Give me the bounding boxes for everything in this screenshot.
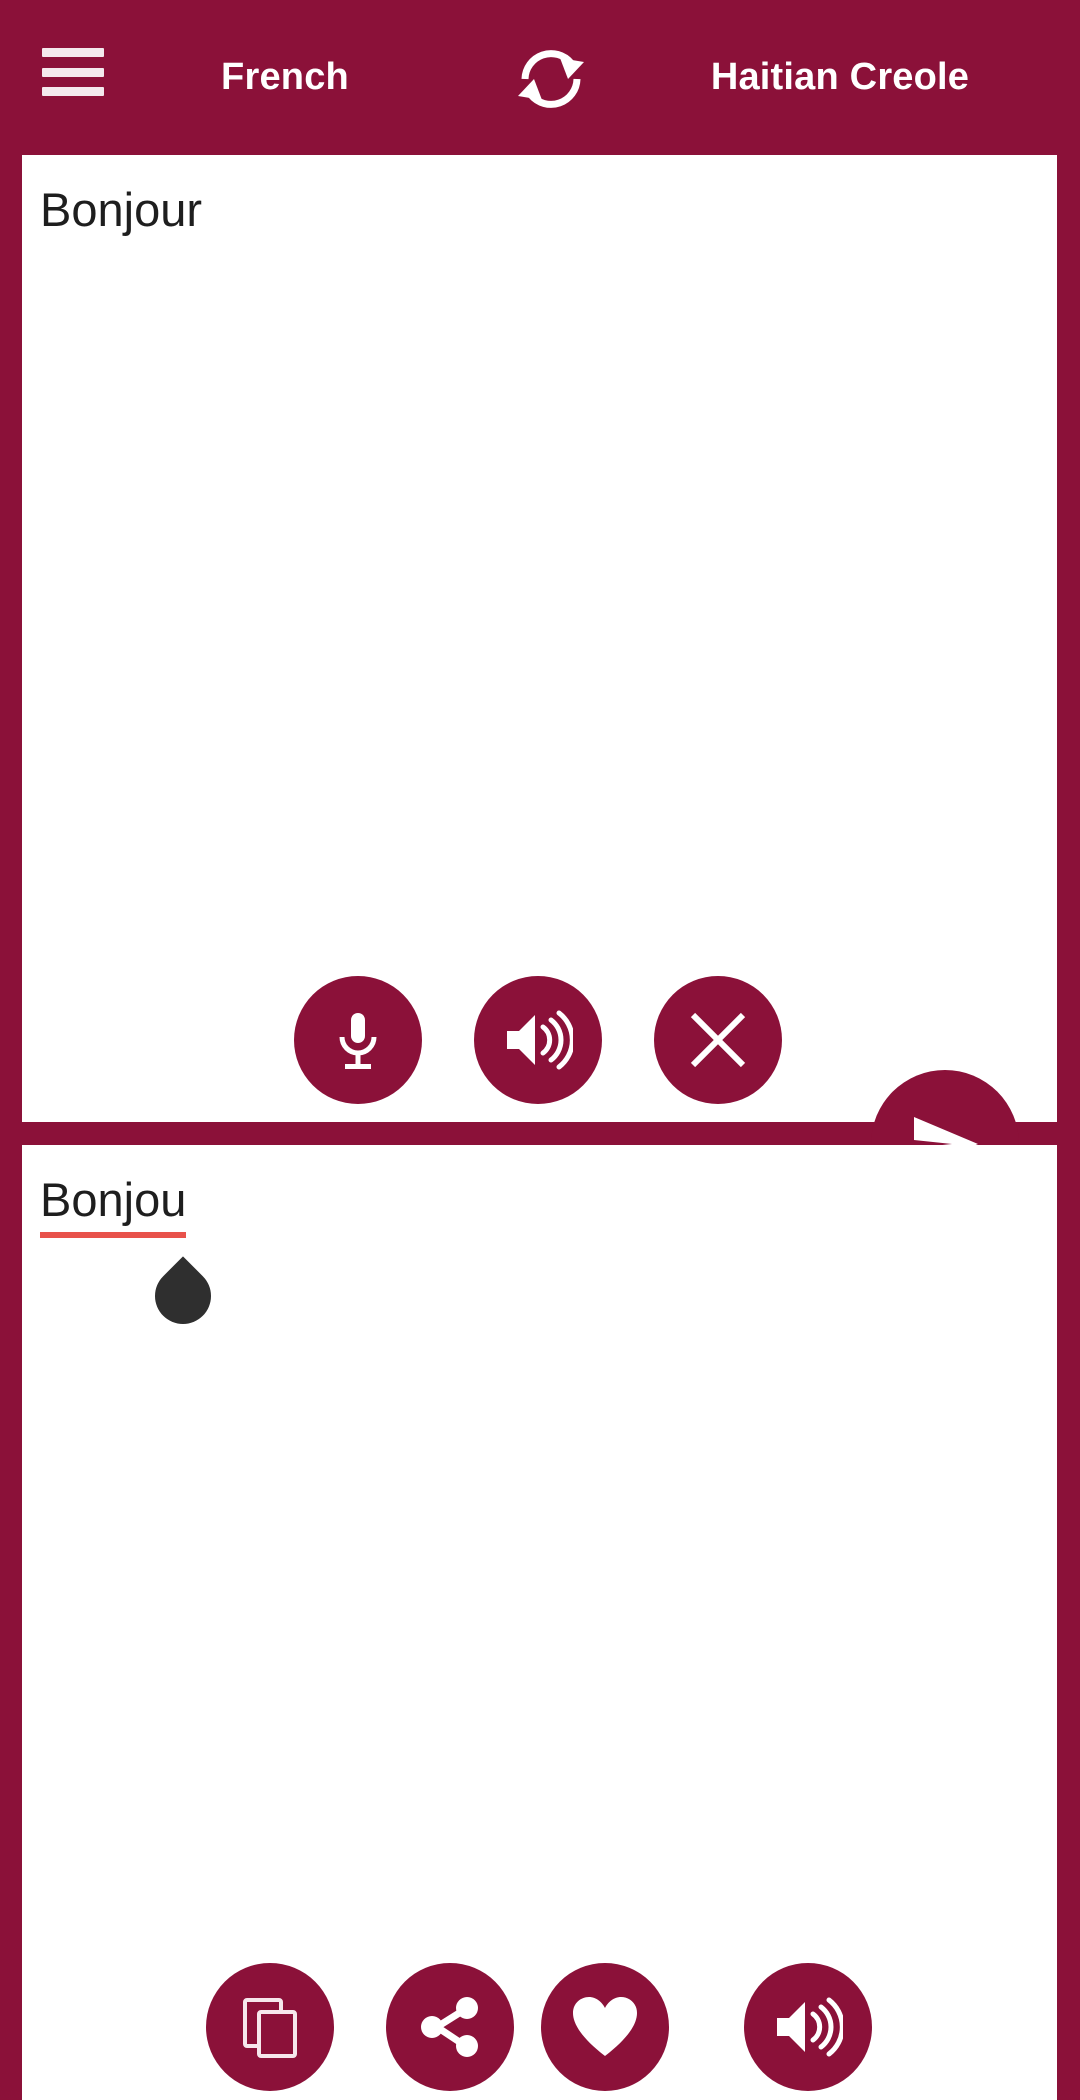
microphone-button[interactable] bbox=[294, 976, 422, 1104]
favorite-button[interactable] bbox=[541, 1963, 669, 2091]
heart-icon bbox=[573, 1997, 637, 2056]
copy-button[interactable] bbox=[206, 1963, 334, 2091]
menu-bar-3 bbox=[42, 87, 104, 96]
source-language-selector[interactable]: French bbox=[130, 0, 440, 155]
app-header: French Haitian Creole bbox=[0, 0, 1080, 155]
translation-output-text[interactable]: Bonjou bbox=[40, 1171, 1020, 1238]
speak-target-button[interactable] bbox=[744, 1963, 872, 2091]
copy-icon bbox=[243, 1998, 297, 2058]
menu-bar-2 bbox=[42, 67, 104, 77]
share-button[interactable] bbox=[386, 1963, 514, 2091]
share-icon bbox=[421, 1997, 478, 2057]
translated-text[interactable]: Bonjou bbox=[40, 1171, 187, 1238]
target-language-selector[interactable]: Haitian Creole bbox=[640, 0, 1040, 155]
menu-bar-1 bbox=[42, 48, 104, 57]
speaker-icon bbox=[507, 1010, 573, 1070]
swap-languages-icon[interactable] bbox=[508, 38, 594, 120]
source-text-input[interactable]: Bonjour bbox=[40, 181, 1020, 240]
microphone-icon bbox=[339, 1013, 377, 1069]
speak-source-button[interactable] bbox=[474, 976, 602, 1104]
translator-app-screen: French Haitian Creole Bonjour Bonjou bbox=[0, 0, 1080, 2100]
close-x-icon bbox=[690, 1012, 746, 1068]
hamburger-menu-icon[interactable] bbox=[42, 48, 104, 96]
clear-button[interactable] bbox=[654, 976, 782, 1104]
speaker-icon bbox=[777, 1997, 843, 2057]
